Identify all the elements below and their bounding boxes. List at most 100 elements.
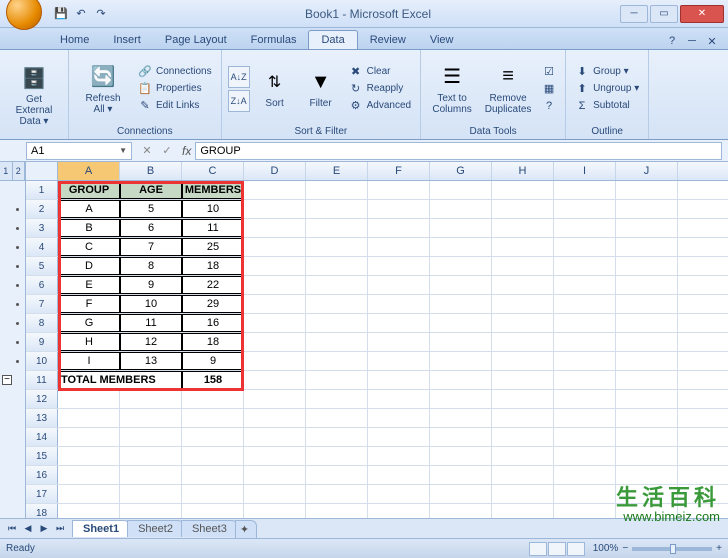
cell[interactable] [368, 409, 430, 427]
cell[interactable] [368, 428, 430, 446]
cell[interactable] [430, 447, 492, 465]
properties-button[interactable]: 📋Properties [135, 81, 215, 97]
help-icon[interactable]: ? [664, 33, 680, 49]
maximize-button[interactable]: ▭ [650, 5, 678, 23]
cell[interactable] [430, 295, 492, 313]
cell[interactable] [368, 333, 430, 351]
cell[interactable] [120, 428, 182, 446]
tab-review[interactable]: Review [358, 31, 418, 49]
row-header[interactable]: 2 [26, 200, 58, 218]
cell[interactable] [182, 447, 244, 465]
cancel-edit-button[interactable]: ✕ [138, 142, 156, 160]
row-header[interactable]: 12 [26, 390, 58, 408]
cell[interactable] [430, 257, 492, 275]
row-header[interactable]: 3 [26, 219, 58, 237]
cell[interactable]: 18 [182, 333, 244, 351]
cell[interactable]: 7 [120, 238, 182, 256]
row-header[interactable]: 8 [26, 314, 58, 332]
cell[interactable]: MEMBERS [182, 181, 244, 199]
cell[interactable]: D [58, 257, 120, 275]
cell[interactable] [616, 238, 678, 256]
cell[interactable] [430, 390, 492, 408]
cell[interactable] [182, 428, 244, 446]
row-header[interactable]: 4 [26, 238, 58, 256]
cell[interactable] [430, 200, 492, 218]
cell[interactable] [58, 485, 120, 503]
cell[interactable] [368, 390, 430, 408]
cell[interactable] [244, 257, 306, 275]
cell[interactable] [244, 295, 306, 313]
cell[interactable]: C [58, 238, 120, 256]
cell[interactable] [554, 371, 616, 389]
cell[interactable] [492, 466, 554, 484]
office-button[interactable] [6, 0, 42, 30]
cell[interactable] [554, 466, 616, 484]
prev-sheet-button[interactable]: ◀ [20, 521, 36, 537]
cell[interactable] [244, 200, 306, 218]
data-validation-button[interactable]: ☑ [539, 64, 559, 80]
cell[interactable] [492, 200, 554, 218]
cell[interactable] [616, 447, 678, 465]
cell[interactable] [58, 409, 120, 427]
cell[interactable]: 6 [120, 219, 182, 237]
edit-links-button[interactable]: ✎Edit Links [135, 98, 215, 114]
cell[interactable] [306, 428, 368, 446]
tab-data[interactable]: Data [308, 30, 357, 49]
outline-level-1[interactable]: 1 [0, 162, 13, 180]
cell[interactable]: A [58, 200, 120, 218]
subtotal-button[interactable]: ΣSubtotal [572, 98, 642, 114]
cell[interactable] [244, 466, 306, 484]
cell[interactable]: 5 [120, 200, 182, 218]
cell[interactable] [616, 200, 678, 218]
cell[interactable] [492, 409, 554, 427]
chevron-down-icon[interactable]: ▼ [119, 146, 127, 155]
cell[interactable] [244, 409, 306, 427]
sheet-tab-1[interactable]: Sheet1 [72, 520, 130, 537]
cell[interactable] [430, 466, 492, 484]
minimize-button[interactable]: ─ [620, 5, 648, 23]
col-header-g[interactable]: G [430, 162, 492, 180]
cell[interactable] [492, 352, 554, 370]
cell[interactable]: E [58, 276, 120, 294]
reapply-button[interactable]: ↻Reapply [346, 81, 414, 97]
cell[interactable] [306, 181, 368, 199]
cell[interactable] [492, 219, 554, 237]
cell[interactable]: G [58, 314, 120, 332]
col-header-b[interactable]: B [120, 162, 182, 180]
cell[interactable]: 25 [182, 238, 244, 256]
cell[interactable]: 11 [120, 314, 182, 332]
cell[interactable] [554, 352, 616, 370]
last-sheet-button[interactable]: ⏭ [52, 521, 68, 537]
new-sheet-button[interactable]: ✦ [235, 520, 257, 538]
cell[interactable] [306, 371, 368, 389]
cell[interactable] [492, 276, 554, 294]
sort-button[interactable]: ⇅ Sort [254, 56, 296, 122]
cell[interactable] [430, 219, 492, 237]
connections-button[interactable]: 🔗Connections [135, 64, 215, 80]
col-header-a[interactable]: A [58, 162, 120, 180]
tab-insert[interactable]: Insert [101, 31, 153, 49]
cell[interactable] [58, 390, 120, 408]
row-header[interactable]: 11 [26, 371, 58, 389]
cell[interactable] [616, 181, 678, 199]
cell[interactable] [58, 428, 120, 446]
consolidate-button[interactable]: ▦ [539, 81, 559, 97]
cell[interactable] [244, 276, 306, 294]
cell[interactable] [182, 504, 244, 518]
row-header[interactable]: 16 [26, 466, 58, 484]
row-header[interactable]: 10 [26, 352, 58, 370]
cell[interactable] [368, 257, 430, 275]
cell[interactable] [430, 371, 492, 389]
cell[interactable] [430, 504, 492, 518]
cell[interactable] [492, 485, 554, 503]
cell[interactable] [244, 352, 306, 370]
cell[interactable] [182, 409, 244, 427]
cell[interactable] [244, 238, 306, 256]
cell[interactable] [554, 409, 616, 427]
cell[interactable] [120, 409, 182, 427]
cell[interactable]: 16 [182, 314, 244, 332]
cell[interactable] [492, 428, 554, 446]
save-icon[interactable]: 💾 [52, 5, 70, 23]
cell[interactable] [492, 181, 554, 199]
cell[interactable] [368, 219, 430, 237]
